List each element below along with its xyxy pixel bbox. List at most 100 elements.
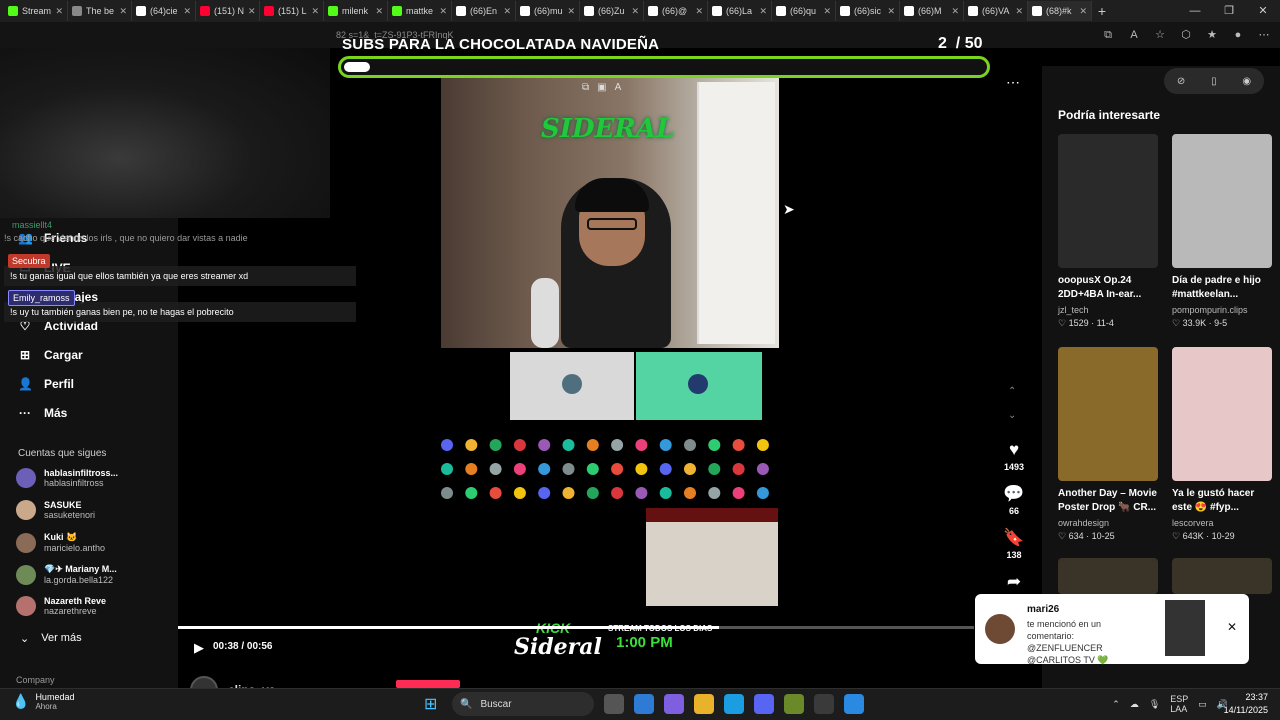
previous-video-icon[interactable]: ⌃	[1008, 386, 1016, 397]
close-icon[interactable]: ✕	[1227, 620, 1237, 634]
user-avatar-icon[interactable]: ◉	[1242, 76, 1251, 87]
translate-icon[interactable]: A	[1126, 27, 1142, 43]
play-icon[interactable]: ▶	[194, 640, 204, 656]
browser-tab[interactable]: (66)@ ✕	[644, 1, 708, 21]
browser-tab[interactable]: mattke ✕	[388, 1, 452, 21]
sidebar-nav-item[interactable]: ··· Más	[18, 406, 67, 420]
close-tab-icon[interactable]: ✕	[439, 6, 447, 17]
close-tab-icon[interactable]: ✕	[631, 6, 639, 17]
network-icon[interactable]: ▭	[1198, 699, 1207, 710]
bookmark-star-icon[interactable]: ☆	[1152, 27, 1168, 43]
close-tab-icon[interactable]: ✕	[823, 6, 831, 17]
close-tab-icon[interactable]: ✕	[375, 6, 383, 17]
video-thumbnail[interactable]	[1058, 347, 1158, 481]
browser-tab[interactable]: (66)qu ✕	[772, 1, 836, 21]
browser-tab[interactable]: Stream ✕	[4, 1, 68, 21]
comment-icon[interactable]: 💬	[1000, 484, 1028, 504]
app-icon[interactable]	[814, 694, 834, 714]
external-link-icon[interactable]: ⧉	[1100, 27, 1116, 43]
mention-notification[interactable]: mari26 te mencionó en un comentario: @ZE…	[975, 594, 1249, 665]
video-thumbnail[interactable]	[1058, 134, 1158, 268]
followed-account[interactable]: Kuki 🐱 maricielo.antho	[16, 532, 105, 553]
see-more-button[interactable]: ⌄ Ver más	[20, 632, 82, 645]
like-action[interactable]: ♥ 1493	[1000, 440, 1028, 472]
favorites-icon[interactable]: ★	[1204, 27, 1220, 43]
edge-icon[interactable]	[724, 694, 744, 714]
close-tab-icon[interactable]: ✕	[119, 6, 127, 17]
save-action[interactable]: 🔖 138	[1000, 528, 1028, 560]
video-thumbnail[interactable]	[1058, 558, 1158, 594]
followed-account[interactable]: 💎✈ Mariany M... la.gorda.bella122	[16, 564, 117, 585]
video-author[interactable]: pompompurin.clips	[1172, 305, 1274, 315]
video-caption[interactable]: Another Day – Movie Poster Drop 🐂 CR...	[1058, 487, 1162, 515]
mic-icon[interactable]: 🎙	[1149, 699, 1160, 710]
video-progress-bar[interactable]	[178, 626, 974, 629]
company-link[interactable]: Company	[16, 675, 55, 685]
heart-icon[interactable]: ♥	[1000, 440, 1028, 460]
taskbar-clock[interactable]: 23:37 14/11/2025	[1224, 691, 1268, 717]
close-tab-icon[interactable]: ✕	[55, 6, 63, 17]
video-thumbnail[interactable]	[1172, 558, 1272, 594]
browser-tab[interactable]: milenk ✕	[324, 1, 388, 21]
close-window-icon[interactable]: ✕	[1246, 0, 1280, 22]
close-tab-icon[interactable]: ✕	[951, 6, 959, 17]
share-icon[interactable]: ➦	[1000, 572, 1028, 592]
video-thumbnail[interactable]	[1172, 134, 1272, 268]
browser-tab[interactable]: (66)sic ✕	[836, 1, 900, 21]
more-options-icon[interactable]: ⋯	[1006, 74, 1020, 91]
close-tab-icon[interactable]: ✕	[1079, 6, 1087, 17]
file-explorer-icon[interactable]	[694, 694, 714, 714]
video-caption[interactable]: ooopusX Op.24 2DD+4BA In-ear...	[1058, 274, 1162, 302]
browser-tab[interactable]: (66)En ✕	[452, 1, 516, 21]
video-caption[interactable]: Día de padre e hijo #mattkeelan...	[1172, 274, 1276, 302]
sidebar-nav-item[interactable]: 👤 Perfil	[18, 377, 74, 391]
menu-icon[interactable]: ⋯	[1256, 27, 1272, 43]
next-video-icon[interactable]: ⌄	[1008, 410, 1016, 421]
bookmark-icon[interactable]: 🔖	[1000, 528, 1028, 548]
video-author[interactable]: owrahdesign	[1058, 518, 1160, 528]
close-tab-icon[interactable]: ✕	[311, 6, 319, 17]
chevron-up-icon[interactable]: ⌃	[1112, 699, 1120, 710]
recommended-video-card[interactable]	[1058, 558, 1160, 594]
miniplayer-icon[interactable]: ⧉	[582, 82, 589, 93]
recommended-video-card[interactable]: Día de padre e hijo #mattkeelan... pompom…	[1172, 134, 1274, 329]
compass-icon[interactable]: ⊘	[1177, 76, 1185, 87]
pip-icon[interactable]: ▣	[597, 82, 606, 93]
browser-tab[interactable]: (66)VA ✕	[964, 1, 1028, 21]
video-author[interactable]: lescorvera	[1172, 518, 1274, 528]
cloud-icon[interactable]: ☁	[1130, 699, 1139, 710]
browser-tab[interactable]: (66)La ✕	[708, 1, 772, 21]
video-thumbnail[interactable]	[1172, 347, 1272, 481]
recommended-video-card[interactable]	[1172, 558, 1274, 594]
follow-button[interactable]	[396, 680, 460, 688]
close-tab-icon[interactable]: ✕	[567, 6, 575, 17]
discord-icon[interactable]	[754, 694, 774, 714]
device-icon[interactable]: ▯	[1211, 76, 1217, 87]
browser-tab[interactable]: (151) N ✕	[196, 1, 260, 21]
sidebar-nav-item[interactable]: ⊞ Cargar	[18, 348, 83, 362]
app-icon[interactable]	[844, 694, 864, 714]
taskbar-search[interactable]: 🔍 Buscar	[452, 692, 594, 716]
share-action[interactable]: ➦	[1000, 572, 1028, 592]
weather-widget[interactable]: 💧 Humedad Ahora	[12, 692, 74, 711]
task-view-icon[interactable]	[604, 694, 624, 714]
language-indicator[interactable]: ESP LAA	[1170, 694, 1188, 714]
close-tab-icon[interactable]: ✕	[887, 6, 895, 17]
followed-account[interactable]: hablasinfiltross... hablasinfiltross	[16, 468, 118, 488]
new-tab-icon[interactable]: +	[1092, 3, 1112, 19]
browser-tab[interactable]: (66)M ✕	[900, 1, 964, 21]
followed-account[interactable]: SASUKE sasuketenori	[16, 500, 95, 520]
followed-account[interactable]: Nazareth Reve nazarethreve	[16, 596, 106, 616]
maximize-icon[interactable]: ❐	[1212, 0, 1246, 22]
close-tab-icon[interactable]: ✕	[1015, 6, 1023, 17]
video-author[interactable]: jzl_tech	[1058, 305, 1160, 315]
browser-tab[interactable]: (68)#k ✕	[1028, 1, 1092, 21]
app-icon[interactable]	[784, 694, 804, 714]
browser-tab[interactable]: (151) L ✕	[260, 1, 324, 21]
close-tab-icon[interactable]: ✕	[503, 6, 511, 17]
comment-action[interactable]: 💬 66	[1000, 484, 1028, 516]
browser-tab[interactable]: (64)cie ✕	[132, 1, 196, 21]
close-tab-icon[interactable]: ✕	[759, 6, 767, 17]
profile-icon[interactable]: ●	[1230, 27, 1246, 43]
extensions-icon[interactable]: ⬡	[1178, 27, 1194, 43]
